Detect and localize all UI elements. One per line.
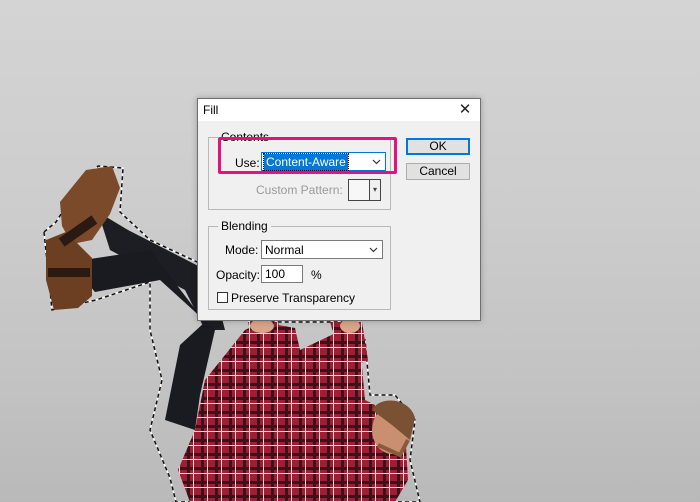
preserve-transparency-checkbox[interactable] [217,292,228,303]
fill-dialog: Fill ✕ Contents Use: Content-Aware Custo… [197,98,481,321]
close-icon[interactable]: ✕ [452,100,478,120]
preserve-transparency-label: Preserve Transparency [231,291,356,305]
use-select-value: Content-Aware [263,153,349,171]
opacity-unit: % [311,268,322,282]
dialog-titlebar[interactable]: Fill ✕ [198,99,480,121]
chevron-down-icon [372,159,381,165]
use-select[interactable]: Content-Aware [261,152,386,171]
ok-button[interactable]: OK [406,138,470,155]
pattern-swatch [348,179,370,201]
chevron-down-icon [369,247,378,253]
mode-select-value: Normal [265,243,304,257]
mode-select[interactable]: Normal [261,240,383,259]
use-label: Use: [235,156,260,170]
cancel-button[interactable]: Cancel [406,163,470,180]
opacity-label: Opacity: [216,268,261,282]
custom-pattern-label: Custom Pattern: [256,183,343,197]
mode-label: Mode: [225,243,259,257]
dialog-title: Fill [203,103,219,117]
contents-legend: Contents [218,130,273,144]
opacity-input[interactable] [261,265,303,283]
pattern-dropdown-icon: ▾ [370,179,381,201]
blending-legend: Blending [218,219,271,233]
